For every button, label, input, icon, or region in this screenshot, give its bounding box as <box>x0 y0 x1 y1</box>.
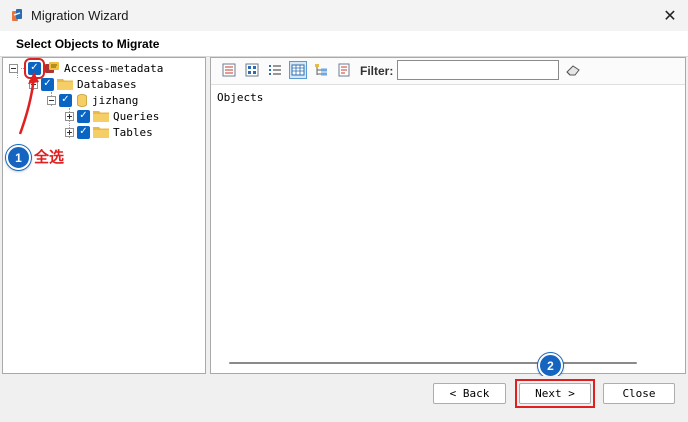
objects-label: Objects <box>217 91 264 104</box>
close-window-icon[interactable]: ✕ <box>652 0 688 31</box>
queries-checkbox[interactable]: ✓ <box>77 109 90 123</box>
tree-label-root: Access-metadata <box>64 61 164 75</box>
tree-node-tables[interactable]: ✓ Tables <box>65 124 153 140</box>
step-1-badge: 1 <box>6 145 31 170</box>
wizard-header: Select Objects to Migrate <box>0 31 688 57</box>
window-title: Migration Wizard <box>31 8 129 23</box>
objects-pane[interactable]: Filter: Objects <box>210 57 686 374</box>
annotation-arrow-icon <box>18 72 39 135</box>
back-button[interactable]: < Back <box>433 383 506 404</box>
tree-view-icon <box>315 64 327 76</box>
details-view-icon <box>222 63 236 77</box>
folder-icon <box>93 127 109 138</box>
scrollbar-thumb[interactable] <box>229 362 637 364</box>
step-1-annotation: 全选 <box>34 149 65 166</box>
databases-checkbox[interactable]: ✓ <box>41 77 54 91</box>
next-button[interactable]: Next > <box>519 383 591 404</box>
tree-connector <box>21 67 26 69</box>
filter-input[interactable] <box>397 60 559 80</box>
view-toolbar: Filter: <box>211 58 685 85</box>
grid-view-icon <box>291 64 305 76</box>
folder-icon <box>93 111 109 122</box>
tree-label-tables: Tables <box>113 125 153 139</box>
app-icon <box>12 9 22 21</box>
access-db-icon <box>45 62 59 73</box>
page-title: Select Objects to Migrate <box>16 37 160 51</box>
database-icon <box>77 93 87 107</box>
clear-filter-eraser-icon[interactable] <box>566 64 580 76</box>
details-view-button[interactable] <box>220 61 238 79</box>
list-view-button[interactable] <box>266 61 284 79</box>
tree-node-jizhang[interactable]: ✓ jizhang <box>47 92 138 108</box>
tree-label-queries: Queries <box>113 109 160 123</box>
expand-icon[interactable] <box>65 111 74 121</box>
large-icons-view-icon <box>245 63 259 77</box>
jizhang-checkbox[interactable]: ✓ <box>59 93 72 107</box>
close-button[interactable]: Close <box>603 383 675 404</box>
list-view-icon <box>269 65 281 75</box>
horizontal-scrollbar[interactable] <box>211 354 685 372</box>
step-2-badge: 2 <box>538 353 563 378</box>
tree-label-jizhang: jizhang <box>92 93 139 107</box>
tree-view-button[interactable] <box>312 61 330 79</box>
tree-label-databases: Databases <box>77 77 137 91</box>
properties-icon <box>338 63 350 77</box>
grid-view-button[interactable] <box>289 61 307 79</box>
title-bar: Migration Wizard ✕ <box>0 0 688 31</box>
folder-icon <box>57 79 73 90</box>
collapse-icon[interactable] <box>47 95 56 105</box>
tables-checkbox[interactable]: ✓ <box>77 125 90 139</box>
expand-icon[interactable] <box>65 127 74 137</box>
tree-node-databases[interactable]: ✓ Databases <box>29 76 137 92</box>
properties-button[interactable] <box>335 61 353 79</box>
tree-node-queries[interactable]: ✓ Queries <box>65 108 159 124</box>
filter-label: Filter: <box>360 64 394 78</box>
large-icons-view-button[interactable] <box>243 61 261 79</box>
